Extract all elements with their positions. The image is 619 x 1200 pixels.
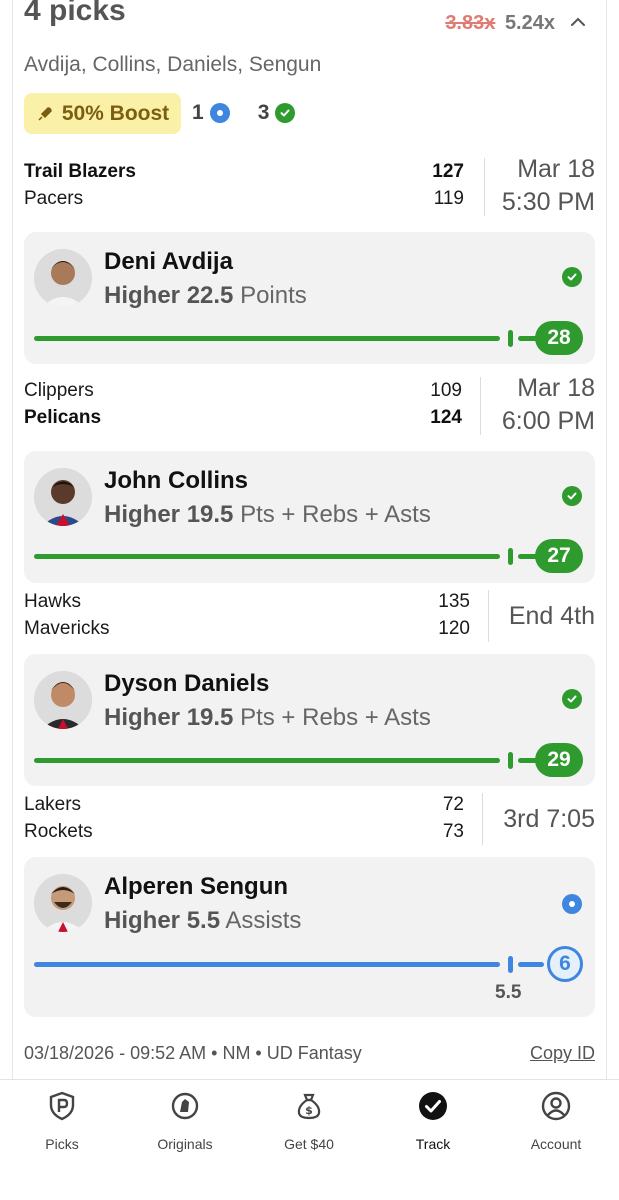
- tab-label: Get $40: [284, 1136, 334, 1152]
- tab-track[interactable]: Track: [378, 1090, 488, 1152]
- line-marker: [508, 330, 513, 347]
- boost-label: 50% Boost: [61, 101, 170, 125]
- progress-track: [518, 962, 544, 967]
- line-marker: [508, 956, 513, 973]
- tab-label: Track: [415, 1136, 451, 1152]
- pick-line: Higher 22.5 Points: [104, 282, 307, 309]
- rocket-icon: [38, 106, 52, 121]
- check-circle-icon: [562, 689, 582, 709]
- team-score: 109: [430, 380, 462, 401]
- account-icon: [541, 1091, 571, 1121]
- actual-value-pill: 27: [535, 539, 583, 573]
- avatar: [34, 874, 92, 932]
- tab-picks[interactable]: Picks: [7, 1090, 117, 1152]
- game-date: Mar 18: [517, 155, 595, 183]
- entry-title: 4 picks: [24, 0, 126, 27]
- avatar: [34, 671, 92, 729]
- pick-card[interactable]: Dyson Daniels Higher 19.5 Pts + Rebs + A…: [24, 654, 595, 786]
- game-row: Lakers Rockets 72 73 3rd 7:05: [24, 791, 595, 849]
- entry-meta: 03/18/2026 - 09:52 AM • NM • UD Fantasy: [24, 1043, 362, 1063]
- game-date: Mar 18: [517, 374, 595, 402]
- team-score: 127: [432, 161, 464, 182]
- progress-track: [34, 962, 500, 967]
- check-circle-icon: [562, 486, 582, 506]
- team-name: Clippers: [24, 380, 94, 401]
- picks-icon: [49, 1091, 75, 1121]
- line-marker: [508, 752, 513, 769]
- money-bag-icon: $: [297, 1093, 321, 1120]
- progress-track: [34, 336, 500, 341]
- line-value-label: 5.5: [495, 982, 522, 1003]
- team-score: 73: [442, 821, 464, 842]
- pick-line: Higher 5.5 Assists: [104, 907, 302, 934]
- copy-id-link[interactable]: Copy ID: [530, 1043, 595, 1064]
- actual-value-pill: 6: [547, 946, 583, 982]
- game-time: 6:00 PM: [501, 407, 595, 435]
- team-score: 135: [438, 591, 470, 612]
- tab-label: Picks: [45, 1136, 79, 1152]
- tab-originals[interactable]: Originals: [130, 1090, 240, 1152]
- player-name: John Collins: [104, 467, 248, 494]
- team-name: Hawks: [24, 591, 82, 612]
- progress-track: [34, 758, 500, 763]
- pending-dot-icon: [562, 894, 582, 914]
- old-multiplier: 3.83x: [445, 12, 496, 34]
- tab-label: Originals: [157, 1136, 213, 1152]
- check-circle-icon: [275, 103, 296, 123]
- team-name: Lakers: [24, 794, 82, 815]
- pick-line: Higher 19.5 Pts + Rebs + Asts: [104, 501, 431, 528]
- team-name: Rockets: [24, 821, 93, 842]
- avatar: [34, 249, 92, 307]
- team-score: 124: [430, 407, 462, 428]
- game-row: Trail Blazers Pacers 127 119 Mar 18 5:30…: [24, 155, 595, 216]
- game-status: End 4th: [508, 602, 595, 630]
- new-multiplier: 5.24x: [504, 12, 555, 34]
- status-counts: 1 3: [192, 101, 296, 125]
- line-marker: [508, 548, 513, 565]
- team-score: 120: [438, 618, 470, 639]
- boost-badge: 50% Boost: [24, 93, 181, 134]
- team-score: 72: [442, 794, 464, 815]
- team-name: Mavericks: [24, 618, 110, 639]
- bottom-tab-bar: Picks Originals $ Get $40 Track Account: [0, 1079, 619, 1200]
- avatar: [34, 468, 92, 526]
- team-name: Pacers: [24, 188, 84, 209]
- check-circle-icon: [562, 267, 582, 287]
- player-name: Alperen Sengun: [104, 873, 289, 900]
- tab-label: Account: [530, 1136, 582, 1152]
- won-count: 3: [257, 101, 270, 124]
- tab-get-40[interactable]: $ Get $40: [254, 1090, 364, 1152]
- team-name: Trail Blazers: [24, 161, 136, 182]
- pick-card[interactable]: Alperen Sengun Higher 5.5 Assists 6 5.5: [24, 857, 595, 1017]
- tab-account[interactable]: Account: [501, 1090, 611, 1152]
- chevron-up-icon[interactable]: [567, 12, 589, 34]
- game-row: Clippers Pelicans 109 124 Mar 18 6:00 PM: [24, 374, 595, 435]
- track-check-icon: [419, 1092, 447, 1120]
- team-name: Pelicans: [24, 407, 102, 428]
- pending-count: 1: [192, 101, 204, 124]
- players-summary: Avdija, Collins, Daniels, Sengun: [24, 53, 322, 76]
- progress-track: [34, 554, 500, 559]
- pick-line: Higher 19.5 Pts + Rebs + Asts: [104, 704, 431, 731]
- game-row: Hawks Mavericks 135 120 End 4th: [24, 588, 595, 646]
- player-name: Deni Avdija: [104, 248, 233, 275]
- player-name: Dyson Daniels: [104, 670, 270, 697]
- originals-icon: [171, 1092, 199, 1120]
- payout-multiplier: 3.83x 5.24x: [445, 12, 555, 35]
- actual-value-pill: 28: [535, 321, 583, 355]
- team-score: 119: [433, 188, 464, 209]
- game-time: 5:30 PM: [501, 188, 595, 216]
- pick-card[interactable]: John Collins Higher 19.5 Pts + Rebs + As…: [24, 451, 595, 583]
- pending-dot-icon: [209, 103, 230, 123]
- actual-value-pill: 29: [535, 743, 583, 777]
- pick-card[interactable]: Deni Avdija Higher 22.5 Points 28: [24, 232, 595, 364]
- game-status: 3rd 7:05: [503, 805, 595, 833]
- svg-text:$: $: [305, 1104, 313, 1117]
